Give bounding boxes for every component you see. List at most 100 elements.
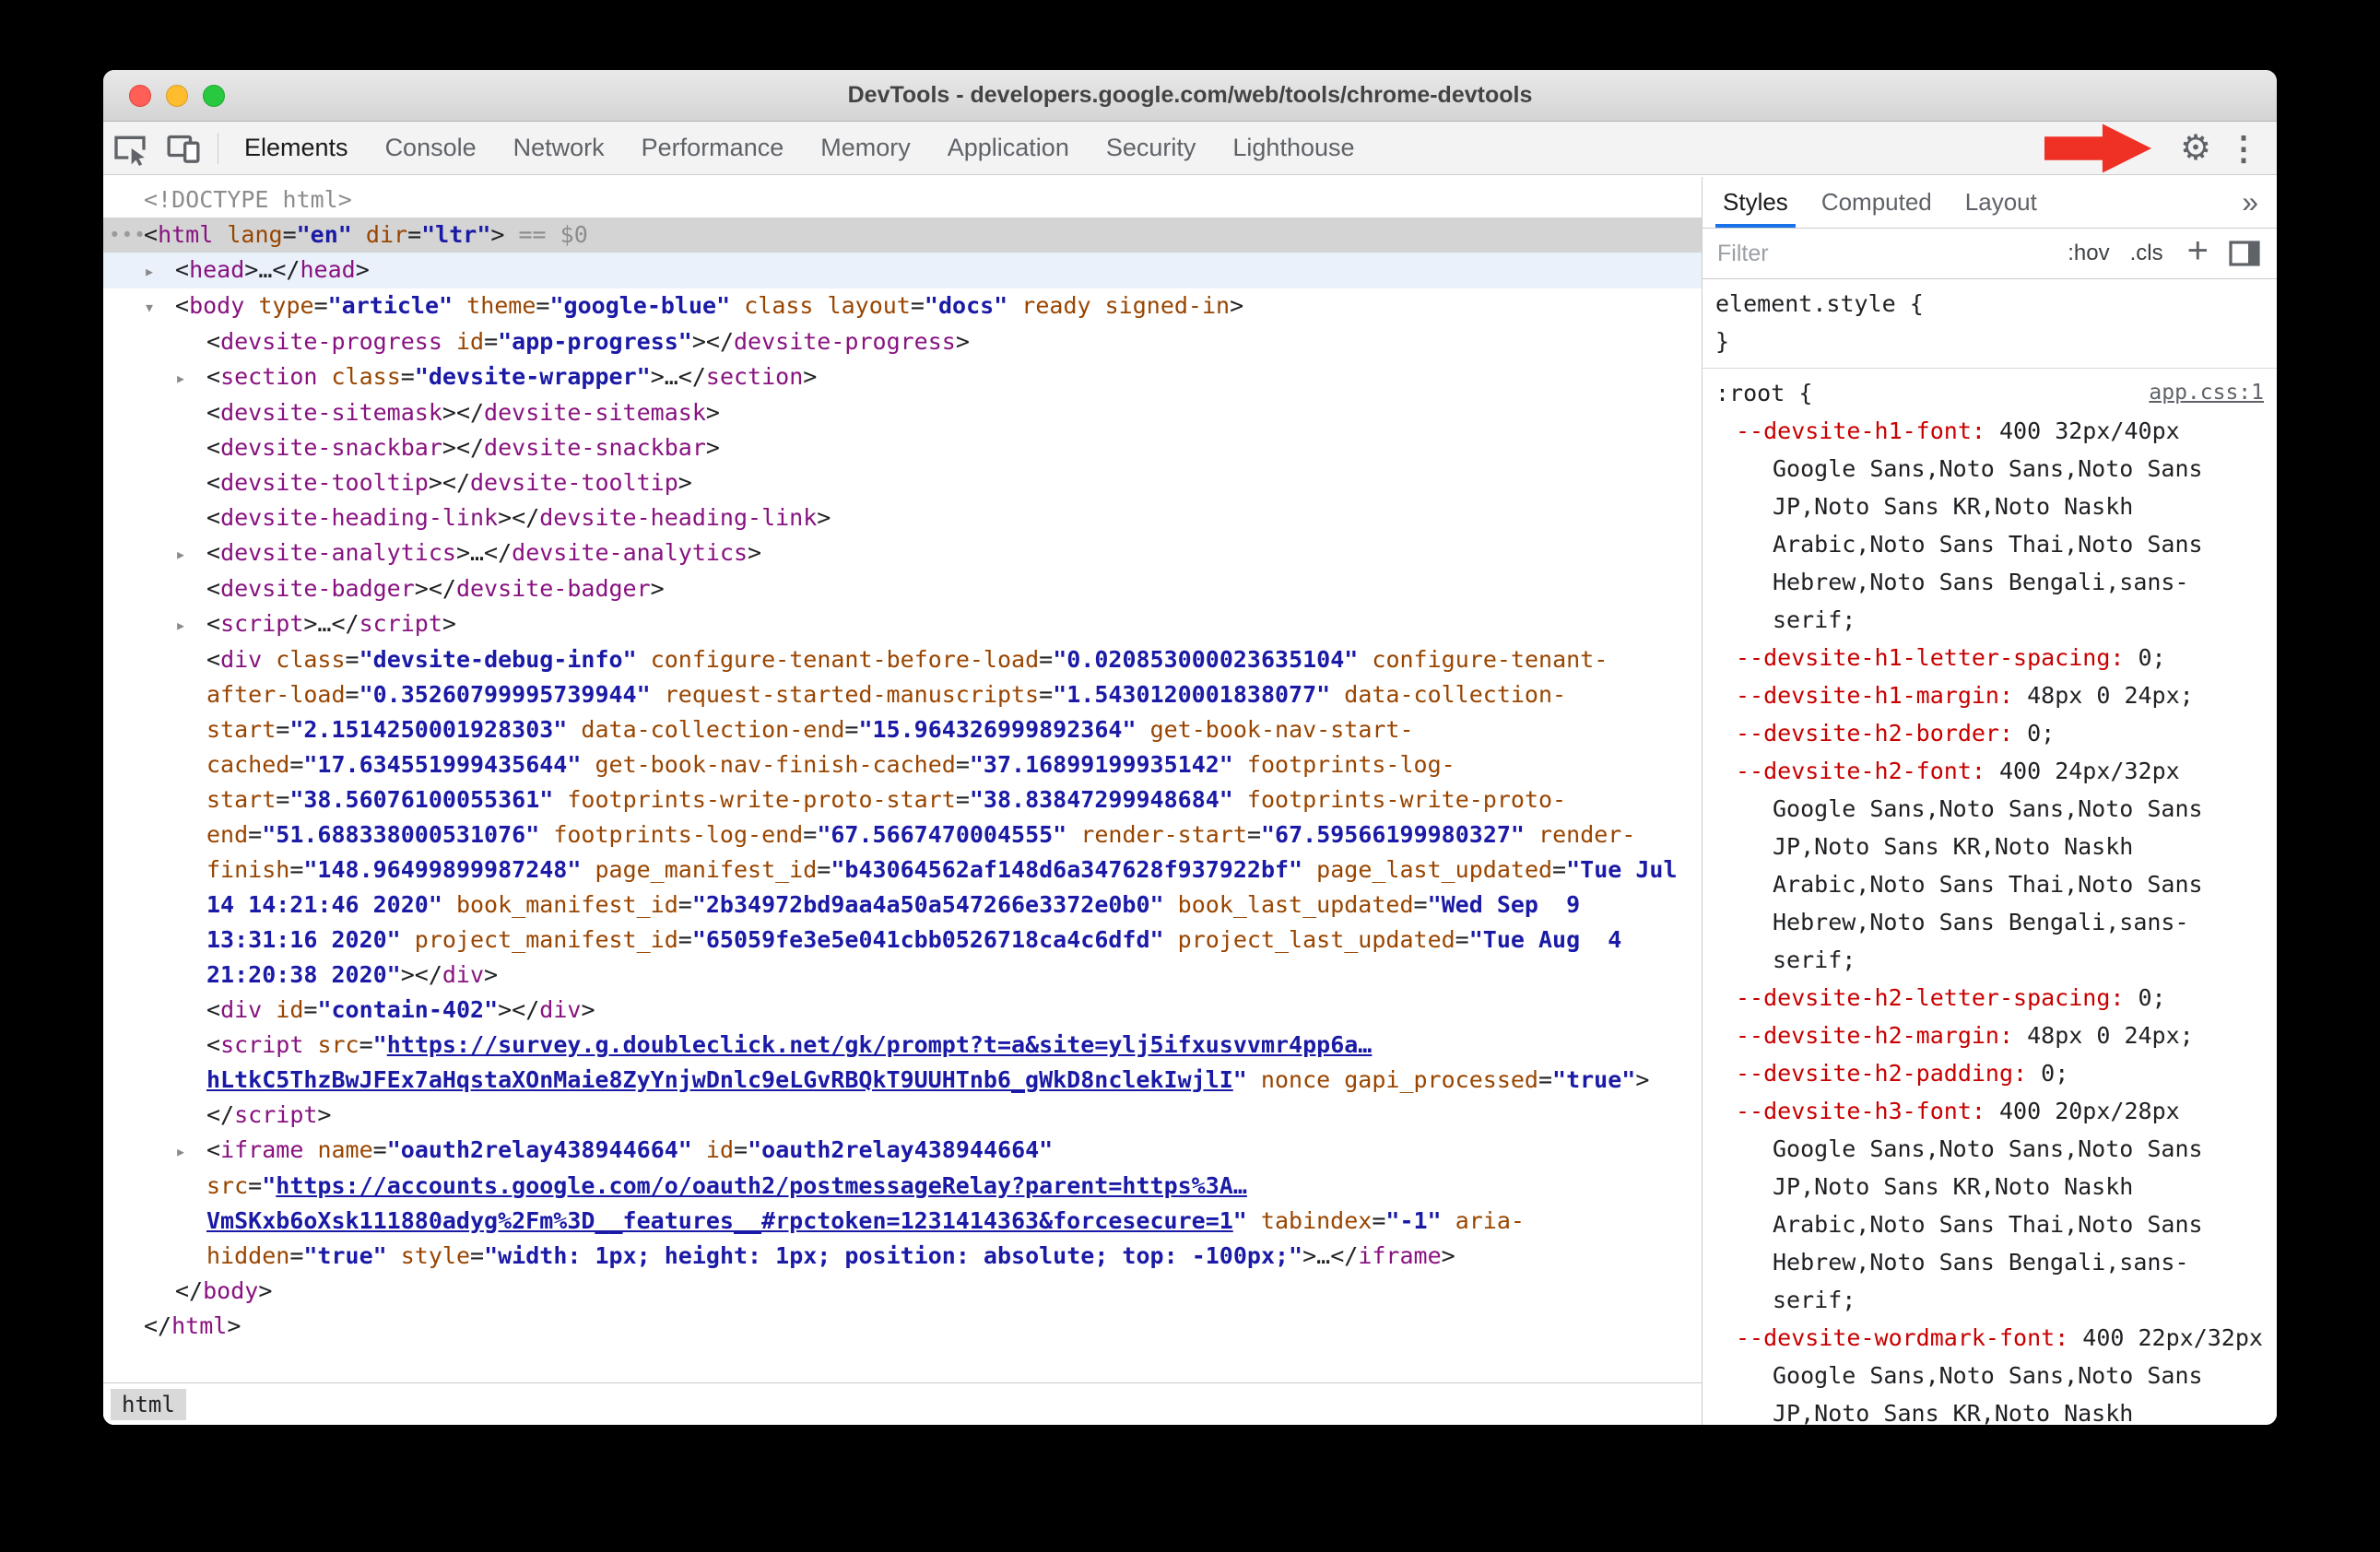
sidebar-tab-layout[interactable]: Layout [1949,177,2054,228]
text-token: = [1413,891,1428,918]
pane-glyph [2229,241,2260,266]
dom-tree-line[interactable]: ••• <html lang="en" dir="ltr"> == $0 [103,218,1702,253]
css-property[interactable]: --devsite-h2-border: 0; [1703,714,2277,752]
close-button[interactable] [129,84,151,107]
tab-memory[interactable]: Memory [802,122,929,174]
css-property[interactable]: --devsite-h1-margin: 48px 0 24px; [1703,676,2277,714]
dom-tree-line[interactable]: <devsite-badger></devsite-badger> [103,571,1702,606]
text-token: = [276,716,290,743]
link-token[interactable]: https://accounts.google.com/o/oauth2/pos… [206,1172,1247,1234]
dom-tree-line[interactable]: <div id="contain-402"></div> [103,993,1702,1028]
inspect-cursor-glyph [114,135,146,166]
tab-performance[interactable]: Performance [623,122,803,174]
attr-name-token: style [400,1242,471,1269]
styles-filter-input[interactable] [1715,239,2052,268]
rule-selector[interactable]: :root [1715,380,1785,406]
dom-tree-line[interactable]: <devsite-sitemask></devsite-sitemask> [103,395,1702,430]
more-options-icon[interactable]: ⋮ [2220,122,2268,175]
tab-elements[interactable]: Elements [226,122,367,174]
open-brace: { [1785,380,1813,406]
dom-tree: <!DOCTYPE html> ••• <html lang="en" dir="l… [103,177,1702,1382]
text-token: ></ [400,961,442,988]
css-property-name: --devsite-h1-margin: [1736,682,2014,709]
css-property[interactable]: --devsite-h1-letter-spacing: 0; [1703,639,2277,676]
expand-arrow-icon[interactable]: ▸ [175,536,206,571]
attr-value-token: "15.964326999892364" [858,716,1137,743]
sidebar-tab-styles[interactable]: Styles [1706,177,1805,228]
device-toolbar-icon[interactable] [157,122,210,175]
css-property[interactable]: --devsite-h2-letter-spacing: 0; [1703,979,2277,1017]
text-token: = [303,996,318,1023]
rule-selector[interactable]: element.style [1715,290,1896,317]
dom-tree-line[interactable]: <!DOCTYPE html> [103,182,1702,218]
breadcrumb-item[interactable]: html [111,1388,186,1420]
text-token: = [345,646,359,673]
css-property[interactable]: --devsite-h2-padding: 0; [1703,1054,2277,1092]
css-property-name: --devsite-h3-font: [1736,1098,1985,1124]
attr-name-token: ready [1021,292,1091,319]
css-property-value: 400 20px/28px Google Sans,Noto Sans,Noto… [1773,1098,2217,1313]
more-tabs-chevron-icon[interactable]: » [2227,177,2273,228]
expand-arrow-icon[interactable]: ▸ [175,607,206,642]
dom-tree-line[interactable]: <devsite-snackbar></devsite-snackbar> [103,430,1702,465]
dom-tree-line[interactable]: <script src="https://survey.g.doubleclic… [103,1028,1702,1098]
attr-name-token: class [744,292,814,319]
attr-name-token: id [276,996,304,1023]
tab-application[interactable]: Application [929,122,1088,174]
settings-gear-icon[interactable]: ⚙ [2172,122,2220,175]
sidebar-tab-computed[interactable]: Computed [1805,177,1949,228]
text-token: = [1039,681,1054,708]
dom-tree-line[interactable]: ▾ <body type="article" theme="google-blue… [103,288,1702,324]
css-property[interactable]: --devsite-h2-font: 400 24px/32px Google … [1703,752,2277,979]
dom-tree-line[interactable]: <devsite-tooltip></devsite-tooltip> [103,465,1702,500]
text-token: > [650,575,665,602]
dom-tree-line[interactable]: </body> [103,1274,1702,1309]
dom-tree-line[interactable]: <devsite-heading-link></devsite-heading-… [103,500,1702,535]
text-token: = [345,681,359,708]
tab-console[interactable]: Console [367,122,495,174]
tab-security[interactable]: Security [1088,122,1215,174]
dom-tree-line[interactable]: ▸ <iframe name="oauth2relay438944664" id=… [103,1133,1702,1274]
attr-value-token: "true" [1552,1066,1636,1093]
toolbar-right-controls: ⚙ ⋮ [2172,122,2277,175]
attr-value-token: " [262,1172,277,1199]
dom-tree-line[interactable]: ▸ <devsite-analytics>…</devsite-analytics… [103,535,1702,571]
dom-tree-line[interactable]: <div class="devsite-debug-info" configur… [103,642,1702,993]
collapse-arrow-icon[interactable]: ▾ [144,289,175,324]
css-property[interactable]: --devsite-wordmark-font: 400 22px/32px G… [1703,1319,2277,1425]
stylesheet-link[interactable]: app.css:1 [2149,374,2264,412]
tag-token: iframe [1358,1242,1442,1269]
minimize-button[interactable] [166,84,188,107]
attr-value-token: "38.56076100055361" [289,786,554,813]
tag-token: section [705,363,804,390]
state-toggle-hov[interactable]: :hov [2060,239,2116,268]
state-toggle-cls[interactable]: .cls [2123,239,2171,268]
expand-arrow-icon[interactable]: ▸ [144,253,175,288]
text-token: = [289,751,304,778]
dom-tree-line[interactable]: </script> [103,1098,1702,1133]
dom-tree-line[interactable]: ▸ <script>…</script> [103,606,1702,642]
css-property[interactable]: --devsite-h1-font: 400 32px/40px Google … [1703,412,2277,639]
attr-value-token: " [1232,1207,1247,1234]
dom-tree-line[interactable]: ▸ <section class="devsite-wrapper">…</sec… [103,359,1702,395]
expand-arrow-icon[interactable]: ▸ [175,360,206,395]
tab-lighthouse[interactable]: Lighthouse [1214,122,1373,174]
expand-arrow-icon[interactable]: ▸ [175,1134,206,1169]
text-token: > [803,363,818,390]
dom-tree-line[interactable]: ▸ <head>…</head> [103,253,1702,288]
zoom-button[interactable] [203,84,225,107]
css-property-name: --devsite-h1-font: [1736,417,1985,444]
tab-network[interactable]: Network [495,122,623,174]
inspect-element-icon[interactable] [103,122,157,175]
css-property[interactable]: --devsite-h2-margin: 48px 0 24px; [1703,1017,2277,1054]
sidebar-pane-icon[interactable] [2225,241,2264,266]
dom-tree-line[interactable]: <devsite-progress id="app-progress"></de… [103,324,1702,359]
dom-tree-line[interactable]: </html> [103,1309,1702,1344]
css-property[interactable]: --devsite-h3-font: 400 20px/28px Google … [1703,1092,2277,1319]
text-token: = [844,716,859,743]
new-style-rule-icon[interactable]: + [2180,232,2216,269]
